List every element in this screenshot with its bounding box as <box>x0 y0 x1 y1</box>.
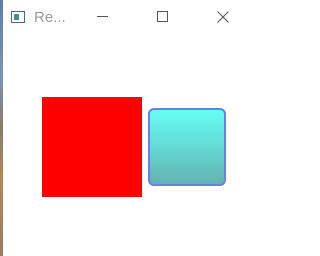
content-area <box>3 34 251 256</box>
red-square-rectangle <box>42 97 142 197</box>
close-button[interactable] <box>201 0 245 34</box>
gradient-button[interactable] <box>148 108 226 186</box>
maximize-icon <box>157 11 168 22</box>
maximize-button[interactable] <box>141 0 185 34</box>
minimize-button[interactable] <box>81 0 125 34</box>
window-title: Re... <box>34 9 66 26</box>
title-bar[interactable]: Re... <box>3 0 251 34</box>
close-icon <box>217 11 229 23</box>
minimize-icon <box>97 16 108 17</box>
app-window-icon <box>11 11 25 23</box>
app-window: Re... <box>3 0 251 256</box>
